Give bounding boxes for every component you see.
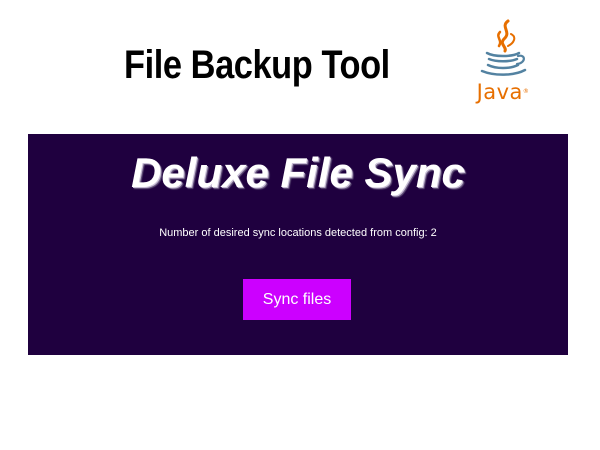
java-logo: Java® — [470, 18, 536, 108]
java-wordmark: Java® — [470, 80, 536, 104]
app-title: Deluxe File Sync — [131, 149, 465, 196]
java-coffee-cup-icon — [480, 19, 527, 76]
java-wordmark-text: Java — [476, 80, 523, 104]
java-trademark: ® — [522, 88, 530, 95]
page-headline: File Backup Tool — [124, 43, 390, 87]
sync-locations-status: Number of desired sync locations detecte… — [159, 227, 437, 239]
sync-files-button[interactable]: Sync files — [243, 279, 351, 320]
app-window: Deluxe File Sync Number of desired sync … — [28, 134, 568, 355]
